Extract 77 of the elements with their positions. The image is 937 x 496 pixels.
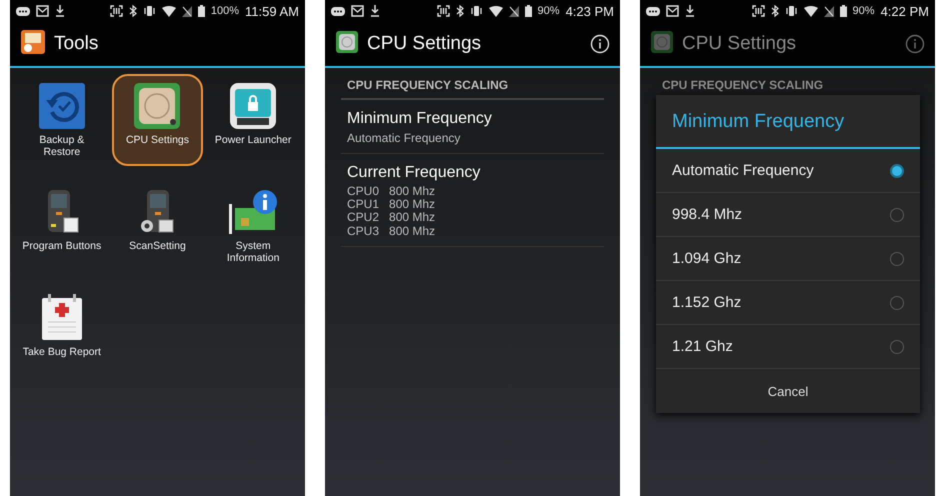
app-shortcut[interactable]: Take Bug Report	[16, 286, 108, 366]
preference-item[interactable]: Current Frequency CPU0 800 Mhz CPU1 800 Mhz CPU2 800 Mhz CPU3 800 Mhz	[341, 154, 604, 247]
preference-summary: Automatic Frequency	[347, 131, 462, 145]
bluetooth-icon	[128, 5, 137, 17]
vibrate-icon	[784, 5, 798, 17]
cpu-frequency: 800 Mhz	[389, 211, 436, 225]
vibrate-icon	[142, 5, 156, 17]
vibrate-icon	[470, 5, 483, 17]
dialog-option[interactable]: Automatic Frequency	[656, 149, 920, 193]
app-shortcut[interactable]: System Information	[207, 180, 299, 272]
radio-button[interactable]	[890, 296, 904, 310]
radio-button[interactable]	[890, 340, 904, 354]
cpu-name: CPU1	[347, 198, 380, 212]
mail-icon	[36, 5, 49, 17]
battery-icon	[840, 5, 847, 17]
cpu-name: CPU0	[347, 185, 380, 198]
info-icon[interactable]	[590, 34, 610, 54]
app-shortcut[interactable]: CPU Settings	[112, 74, 204, 166]
message-icon	[16, 6, 30, 16]
wifi-icon	[162, 6, 176, 16]
download-icon	[370, 5, 380, 17]
cpu-chip-icon	[133, 82, 182, 130]
dialog-title: Minimum Frequency	[656, 95, 920, 149]
cpu-name: CPU2	[347, 211, 380, 225]
mail-icon	[351, 5, 364, 17]
scan-icon	[110, 5, 123, 17]
radio-button[interactable]	[890, 252, 904, 266]
app-title: CPU Settings	[682, 33, 798, 55]
app-shortcut[interactable]: Program Buttons	[16, 180, 108, 272]
monitor-lock-icon	[229, 82, 278, 130]
radio-button[interactable]	[890, 208, 904, 222]
cancel-button[interactable]: Cancel	[656, 369, 920, 413]
dialog-option[interactable]: 998.4 Mhz	[656, 193, 920, 237]
clipboard-cross-icon	[40, 294, 84, 342]
bluetooth-icon	[456, 5, 464, 17]
cpu-chip-icon	[335, 30, 359, 54]
battery-icon	[524, 5, 532, 17]
toolbox-icon	[20, 28, 46, 54]
preference-title: Minimum Frequency	[347, 110, 493, 128]
dialog-option[interactable]: 1.094 Ghz	[656, 237, 920, 281]
cpu-frequency: 800 Mhz	[389, 198, 436, 212]
app-shortcut[interactable]: Backup & Restore	[16, 74, 108, 166]
preference-item[interactable]: Minimum Frequency Automatic Frequency	[341, 100, 604, 154]
app-shortcut[interactable]: ScanSetting	[112, 180, 204, 272]
battery-icon	[198, 5, 205, 17]
dialog-option[interactable]: 1.152 Ghz	[656, 281, 920, 325]
app-title: CPU Settings	[367, 33, 482, 55]
circuit-info-icon	[227, 188, 280, 236]
no-signal-icon	[182, 6, 192, 16]
scan-icon	[752, 5, 765, 17]
no-signal-icon	[508, 6, 519, 16]
battery-percent: 100%	[210, 5, 240, 17]
download-icon	[55, 5, 65, 17]
app-title: Tools	[54, 33, 100, 55]
download-icon	[685, 5, 695, 17]
cpu-frequency: 800 Mhz	[389, 224, 436, 238]
clock-time: 4:23 PM	[566, 4, 614, 18]
clock-time: 4:22 PM	[880, 4, 929, 18]
message-icon	[646, 6, 660, 16]
preference-title: Current Frequency	[347, 164, 482, 182]
section-header: CPU FREQUENCY SCALING	[341, 68, 604, 100]
battery-percent: 90%	[538, 5, 560, 17]
wifi-icon	[488, 6, 503, 16]
message-icon	[331, 6, 345, 16]
battery-percent: 90%	[852, 5, 875, 17]
cpu-frequency: 800 Mhz	[389, 185, 436, 198]
clock-time: 11:59 AM	[245, 4, 299, 18]
app-shortcut[interactable]: Power Launcher	[207, 74, 299, 166]
dialog-option[interactable]: 1.21 Ghz	[656, 325, 920, 369]
no-signal-icon	[824, 6, 834, 16]
wifi-icon	[804, 6, 818, 16]
bluetooth-icon	[770, 5, 779, 17]
radio-button[interactable]	[890, 164, 904, 178]
cpu-chip-icon	[650, 30, 674, 54]
mail-icon	[666, 5, 679, 17]
scan-icon	[436, 5, 450, 17]
cpu-name: CPU3	[347, 224, 380, 238]
